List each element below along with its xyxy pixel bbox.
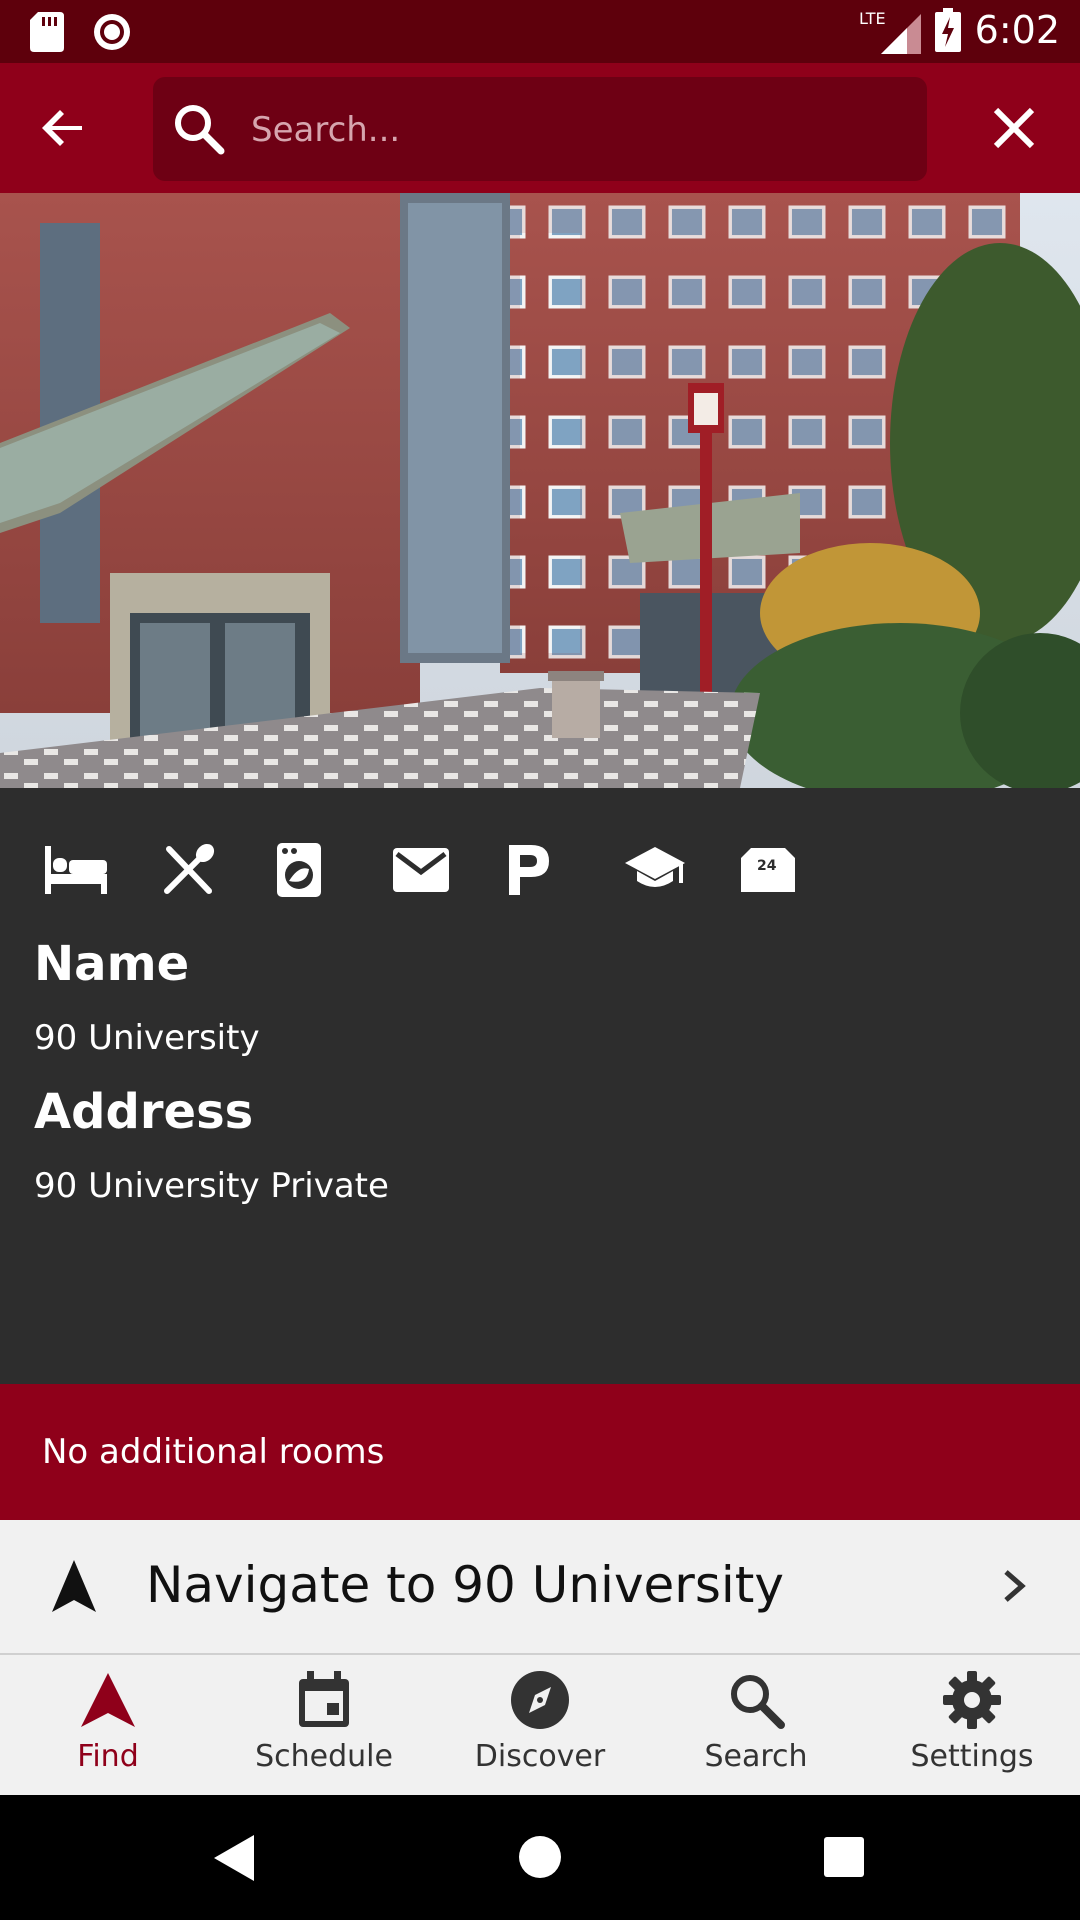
status-time: 6:02 (974, 8, 1060, 52)
address-value: 90 University Private (34, 1166, 389, 1206)
bottom-nav: Find Schedule Discover Search Settings (0, 1655, 1080, 1795)
home-circle-icon[interactable] (518, 1835, 562, 1879)
parking-icon (509, 838, 625, 902)
gear-icon (943, 1671, 1001, 1729)
rooms-bar[interactable]: No additional rooms (0, 1384, 1080, 1520)
chevron-right-icon (1004, 1570, 1026, 1602)
school-icon (625, 838, 741, 902)
arrow-back-icon[interactable] (36, 100, 92, 156)
mail-icon (393, 838, 509, 902)
rooms-text: No additional rooms (42, 1432, 385, 1472)
status-bar: LTE 6:02 (0, 0, 1080, 63)
search-input[interactable] (249, 99, 893, 161)
laundry-icon (277, 838, 393, 902)
recents-square-icon[interactable] (824, 1837, 864, 1877)
battery-charging-icon (934, 8, 961, 52)
nav-discover[interactable]: Discover (432, 1669, 648, 1789)
search-icon (731, 1675, 785, 1729)
nav-find-label: Find (77, 1739, 139, 1774)
nav-find[interactable]: Find (0, 1669, 216, 1789)
calendar-icon (299, 1671, 349, 1727)
building-info-panel: 24 Name 90 University Address 90 Univers… (0, 788, 1080, 1384)
signal-icon: LTE (859, 9, 921, 54)
name-label: Name (34, 936, 190, 992)
app-bar (0, 63, 1080, 193)
record-icon (94, 14, 130, 50)
nav-schedule-label: Schedule (255, 1739, 393, 1774)
close-icon[interactable] (986, 100, 1042, 156)
building-photo (0, 193, 1080, 788)
navigation-arrow-icon (52, 1560, 96, 1612)
24-hour-icon: 24 (741, 838, 857, 902)
address-label: Address (34, 1084, 254, 1140)
navigate-row[interactable]: Navigate to 90 University (0, 1520, 1080, 1655)
name-value: 90 University (34, 1018, 260, 1058)
utensils-icon (161, 838, 277, 902)
sd-card-icon (30, 12, 64, 52)
back-triangle-icon[interactable] (214, 1835, 254, 1881)
nav-search-label: Search (704, 1739, 808, 1774)
nav-schedule[interactable]: Schedule (216, 1669, 432, 1789)
svg-text:LTE: LTE (859, 9, 886, 28)
nav-settings-label: Settings (910, 1739, 1034, 1774)
svg-text:24: 24 (757, 858, 777, 874)
compass-icon (511, 1671, 569, 1729)
nav-settings[interactable]: Settings (864, 1669, 1080, 1789)
navigate-label: Navigate to 90 University (146, 1556, 784, 1614)
amenity-icons: 24 (45, 838, 857, 902)
nav-search[interactable]: Search (648, 1669, 864, 1789)
search-bar (153, 77, 927, 181)
find-icon (81, 1673, 135, 1727)
bed-icon (45, 838, 161, 902)
nav-discover-label: Discover (474, 1739, 606, 1774)
system-nav-bar (0, 1795, 1080, 1920)
search-icon (175, 105, 225, 155)
